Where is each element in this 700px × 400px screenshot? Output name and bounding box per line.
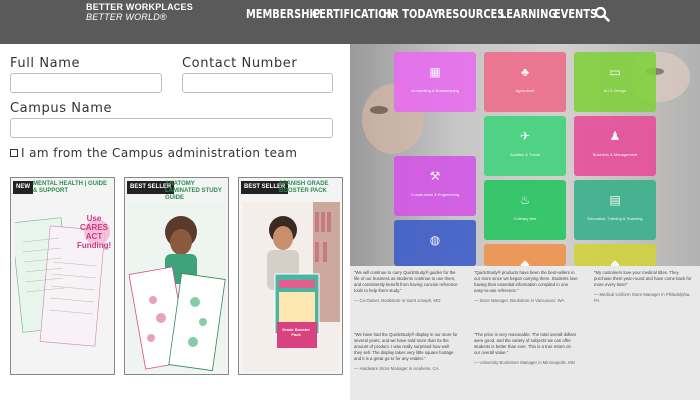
category-label: Aviation & Travel — [510, 152, 540, 157]
product-title: SPANISH GRADE BOOSTER PACK — [279, 181, 329, 194]
admin-checkbox[interactable] — [10, 149, 18, 157]
admin-checkbox-label: I am from the Campus administration team — [21, 146, 298, 160]
testimonial: "We have had the QuickStudy® display in … — [354, 332, 458, 372]
product-card-anatomy[interactable]: BEST SELLER ANATOMY LAMINATED STUDY GUID… — [124, 177, 229, 375]
category-tile[interactable]: ♣ Agriculture — [484, 52, 566, 112]
product-title: ANATOMY LAMINATED STUDY GUIDE — [165, 181, 222, 201]
category-tile[interactable]: ▭ Art & Design — [574, 52, 656, 112]
product-card-spanish[interactable]: BEST SELLER SPANISH GRADE BOOSTER PACK G… — [238, 177, 343, 375]
category-label: Education, Training & Teaching — [587, 216, 643, 221]
category-label: Construction & Engineering — [410, 192, 460, 197]
testimonial-text: "We will continue to carry QuickStudy® g… — [354, 270, 458, 293]
logo-line-1: BETTER WORKPLACES — [86, 2, 193, 12]
category-label: Art & Design — [603, 88, 627, 93]
logo-line-2: BETTER WORLD® — [86, 12, 167, 22]
category-label: Accounting & Bookkeeping — [411, 88, 459, 93]
nav-item-hr-today[interactable]: HR TODAY — [383, 7, 439, 21]
category-label: Business & Management — [592, 152, 638, 157]
contact-number-field[interactable] — [182, 73, 333, 93]
nav-item-events[interactable]: EVENTS — [554, 7, 597, 21]
category-label: Culinary Arts — [513, 216, 537, 221]
testimonial: "The price is very reasonable. The total… — [474, 332, 578, 366]
testimonial-author: — University Bookstore Manager in Minnea… — [474, 360, 575, 365]
campus-name-label: Campus Name — [10, 101, 113, 116]
agriculture-icon: ♣ — [521, 65, 529, 79]
product-callout: Use CARES ACT Funding! — [77, 214, 112, 250]
category-tile[interactable]: ⚒ Construction & Engineering — [394, 156, 476, 216]
category-tile[interactable]: ♟ Business & Management — [574, 116, 656, 176]
category-tile[interactable]: ✈ Aviation & Travel — [484, 116, 566, 176]
campus-name-field[interactable] — [10, 118, 333, 138]
testimonial-author: — Store Manager, Bookstore in Vancouver,… — [474, 298, 565, 303]
business-icon: ♟ — [609, 129, 621, 143]
product-callout: Grade Booster Pack — [282, 327, 310, 337]
culinary-icon: ♨ — [519, 193, 531, 207]
testimonial-text: "QuickStudy® products have been the best… — [474, 270, 578, 293]
testimonial-text: "We have had the QuickStudy® display in … — [354, 332, 458, 361]
full-name-label: Full Name — [10, 56, 81, 71]
site-logo[interactable]: BETTER WORKPLACES BETTER WORLD® — [86, 2, 193, 22]
category-tile[interactable]: ◆ — [574, 244, 656, 270]
testimonial: "QuickStudy® products have been the best… — [474, 270, 578, 304]
education-icon: ▤ — [609, 193, 621, 207]
testimonials-section: "We will continue to carry QuickStudy® g… — [350, 266, 700, 400]
art-icon: ▭ — [609, 65, 621, 79]
category-tile[interactable]: ♨ Culinary Arts — [484, 180, 566, 240]
category-tile[interactable]: ▤ Education, Training & Teaching — [574, 180, 656, 240]
nav-item-membership[interactable]: MEMBERSHIP — [246, 7, 320, 21]
hero-panel: ▦ Accounting & Bookkeeping ♣ Agriculture ▭ Ar… — [350, 44, 700, 400]
product-badge: NEW — [13, 181, 33, 194]
contact-number-label: Contact Number — [182, 56, 298, 71]
product-image: Use CARES ACT Funding! — [11, 202, 112, 370]
product-image — [128, 202, 226, 372]
category-label: Agriculture — [515, 88, 535, 93]
testimonial-author: — Hardware Store Manager in Anaheim, CA — [354, 366, 439, 371]
construction-icon: ⚒ — [429, 169, 441, 183]
testimonial-text: "My customers love your medical titles. … — [594, 270, 692, 287]
category-tile[interactable]: ▦ Accounting & Bookkeeping — [394, 52, 476, 112]
admin-checkbox-row[interactable]: I am from the Campus administration team — [10, 146, 297, 160]
globe-icon: ◍ — [429, 233, 441, 247]
category-tile[interactable]: ◍ — [394, 220, 476, 266]
category-tile[interactable]: ◆ — [484, 244, 566, 270]
product-card-mental-health[interactable]: NEW MENTAL HEALTH | GUIDE & SUPPORT Use … — [10, 177, 115, 375]
testimonial-author: — Medical Uniform Store Manager in Phila… — [594, 292, 691, 303]
search-icon[interactable] — [594, 6, 610, 22]
product-image: Grade Booster Pack — [243, 202, 340, 372]
nav-item-learning[interactable]: LEARNING — [500, 7, 556, 21]
testimonial: "My customers love your medical titles. … — [594, 270, 696, 304]
testimonial: "We will continue to carry QuickStudy® g… — [354, 270, 458, 304]
product-caption — [17, 352, 108, 366]
calculator-icon: ▦ — [429, 65, 441, 79]
testimonial-text: "The price is very reasonable. The total… — [474, 332, 577, 355]
plane-icon: ✈ — [519, 129, 531, 143]
product-title: MENTAL HEALTH | GUIDE & SUPPORT — [33, 181, 108, 194]
full-name-field[interactable] — [10, 73, 162, 93]
testimonial-author: — Co-Owner, Bookstore in Saint Joseph, M… — [354, 298, 441, 303]
nav-item-resources[interactable]: RESOURCES — [438, 7, 504, 21]
top-navigation: BETTER WORKPLACES BETTER WORLD® MEMBERSH… — [0, 0, 700, 44]
